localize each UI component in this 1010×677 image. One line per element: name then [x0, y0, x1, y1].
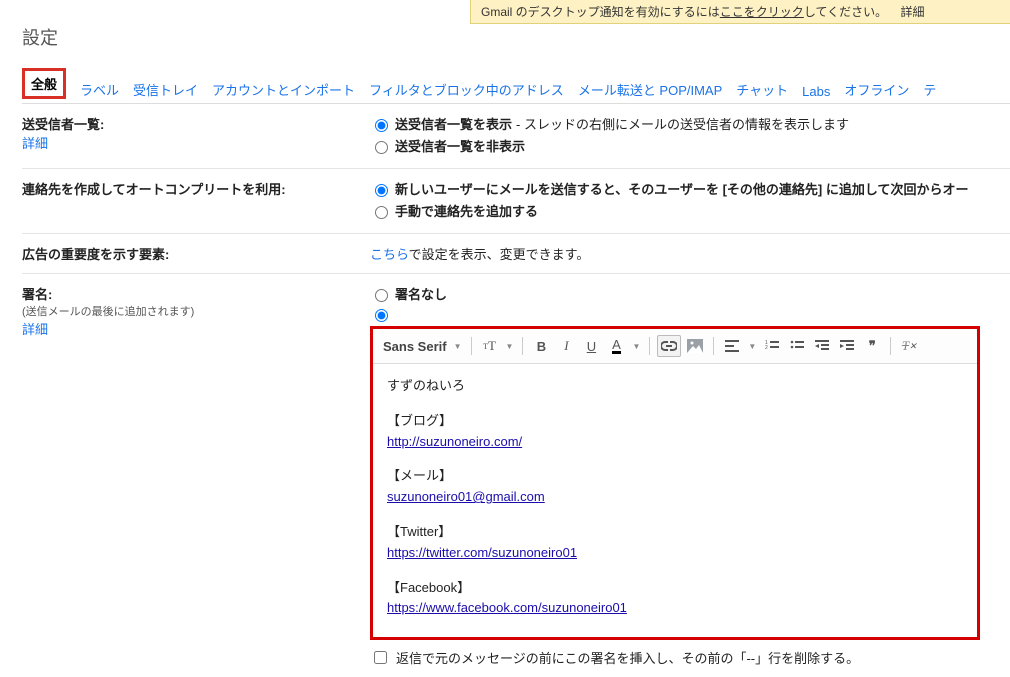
tab-inbox[interactable]: 受信トレイ: [133, 80, 198, 99]
tab-themes[interactable]: テ: [923, 80, 936, 99]
text-color-caret-icon[interactable]: ▼: [630, 342, 642, 351]
align-button[interactable]: [721, 336, 743, 356]
toolbar-sep: [649, 337, 650, 355]
indent-more-button[interactable]: [836, 336, 858, 356]
text-color-button[interactable]: A: [605, 336, 627, 356]
svg-text:2: 2: [765, 345, 768, 351]
autocomplete-auto-radio[interactable]: [375, 184, 388, 197]
toolbar-sep: [890, 337, 891, 355]
people-widget-detail-link[interactable]: 詳細: [22, 136, 48, 151]
bold-button[interactable]: B: [530, 336, 552, 356]
sig-twitter-link[interactable]: https://twitter.com/suzunoneiro01: [387, 545, 577, 560]
signature-none-radio[interactable]: [375, 289, 388, 302]
autocomplete-auto-label: 新しいユーザーにメールを送信すると、そのユーザーを [その他の連絡先] に追加し…: [395, 179, 968, 198]
people-widget-show-label: 送受信者一覧を表示: [395, 114, 512, 133]
ordered-list-button[interactable]: 12: [761, 336, 783, 356]
sig-blog-link[interactable]: http://suzunoneiro.com/: [387, 434, 522, 449]
tab-offline[interactable]: オフライン: [844, 80, 909, 99]
signature-reply-label: 返信で元のメッセージの前にこの署名を挿入し、その前の「--」行を削除する。: [396, 648, 859, 667]
sig-mail-head: 【メール】: [387, 466, 963, 487]
unordered-list-button[interactable]: [786, 336, 808, 356]
tab-labels[interactable]: ラベル: [80, 80, 119, 99]
image-button[interactable]: [684, 336, 706, 356]
link-button[interactable]: [657, 335, 681, 357]
tab-general[interactable]: 全般: [22, 68, 66, 99]
sig-name-line: すずのねいろ: [387, 376, 963, 397]
tab-forwarding[interactable]: メール転送と POP/IMAP: [578, 80, 722, 99]
people-widget-label: 送受信者一覧:: [22, 114, 362, 133]
sig-facebook-head: 【Facebook】: [387, 578, 963, 599]
tab-filters[interactable]: フィルタとブロック中のアドレス: [369, 80, 564, 99]
notif-detail-link[interactable]: 詳細: [900, 5, 924, 19]
autocomplete-manual-label: 手動で連絡先を追加する: [395, 201, 538, 220]
people-widget-hide-radio[interactable]: [375, 141, 388, 154]
quote-button[interactable]: ❞: [861, 336, 883, 356]
toolbar-sep: [471, 337, 472, 355]
sig-mail-link[interactable]: suzunoneiro01@gmail.com: [387, 489, 545, 504]
signature-editor[interactable]: すずのねいろ 【ブログ】 http://suzunoneiro.com/ 【メー…: [373, 364, 977, 637]
font-family-caret-icon[interactable]: ▼: [452, 342, 464, 351]
font-family-selector[interactable]: Sans Serif: [383, 339, 449, 354]
ads-here-link[interactable]: こちら: [370, 247, 409, 262]
tab-labs[interactable]: Labs: [802, 84, 830, 99]
sig-blog-head: 【ブログ】: [387, 411, 963, 432]
indent-less-button[interactable]: [811, 336, 833, 356]
signature-use-radio[interactable]: [375, 309, 388, 322]
signature-editor-box: Sans Serif ▼ TT ▼ B I U: [370, 326, 980, 640]
signature-reply-checkbox[interactable]: [374, 651, 387, 664]
desktop-notif-banner: Gmail のデスクトップ通知を有効にするにはここをクリックしてください。 詳細: [470, 0, 1010, 24]
clear-format-button[interactable]: T✕: [898, 336, 920, 356]
notif-click-here-link[interactable]: ここをクリック: [720, 5, 804, 19]
font-size-caret-icon[interactable]: ▼: [504, 342, 516, 351]
tab-chat[interactable]: チャット: [736, 80, 788, 99]
autocomplete-manual-radio[interactable]: [375, 206, 388, 219]
toolbar-sep: [713, 337, 714, 355]
align-caret-icon[interactable]: ▼: [746, 342, 758, 351]
signature-label: 署名:: [22, 284, 362, 303]
signature-none-label: 署名なし: [395, 284, 447, 303]
people-widget-show-desc: - スレッドの右側にメールの送受信者の情報を表示します: [516, 114, 849, 133]
sig-twitter-head: 【Twitter】: [387, 522, 963, 543]
toolbar-sep: [522, 337, 523, 355]
sig-facebook-link[interactable]: https://www.facebook.com/suzunoneiro01: [387, 600, 627, 615]
signature-detail-link[interactable]: 詳細: [22, 322, 48, 337]
notif-text-prefix: Gmail のデスクトップ通知を有効にするには: [481, 5, 720, 19]
font-size-button[interactable]: TT: [479, 336, 501, 356]
tab-accounts[interactable]: アカウントとインポート: [212, 80, 355, 99]
underline-button[interactable]: U: [580, 336, 602, 356]
ads-label: 広告の重要度を示す要素:: [22, 247, 169, 262]
signature-subnote: (送信メールの最後に追加されます): [22, 303, 362, 319]
notif-text-suffix: してください。: [804, 5, 887, 19]
settings-tabs: 全般 ラベル 受信トレイ アカウントとインポート フィルタとブロック中のアドレス…: [22, 68, 1010, 103]
autocomplete-label: 連絡先を作成してオートコンプリートを利用:: [22, 182, 286, 197]
page-title: 設定: [22, 24, 1010, 50]
italic-button[interactable]: I: [555, 336, 577, 356]
people-widget-hide-label: 送受信者一覧を非表示: [395, 136, 525, 155]
signature-toolbar: Sans Serif ▼ TT ▼ B I U: [373, 329, 977, 364]
ads-rest-text: で設定を表示、変更できます。: [409, 247, 590, 262]
people-widget-show-radio[interactable]: [375, 119, 388, 132]
